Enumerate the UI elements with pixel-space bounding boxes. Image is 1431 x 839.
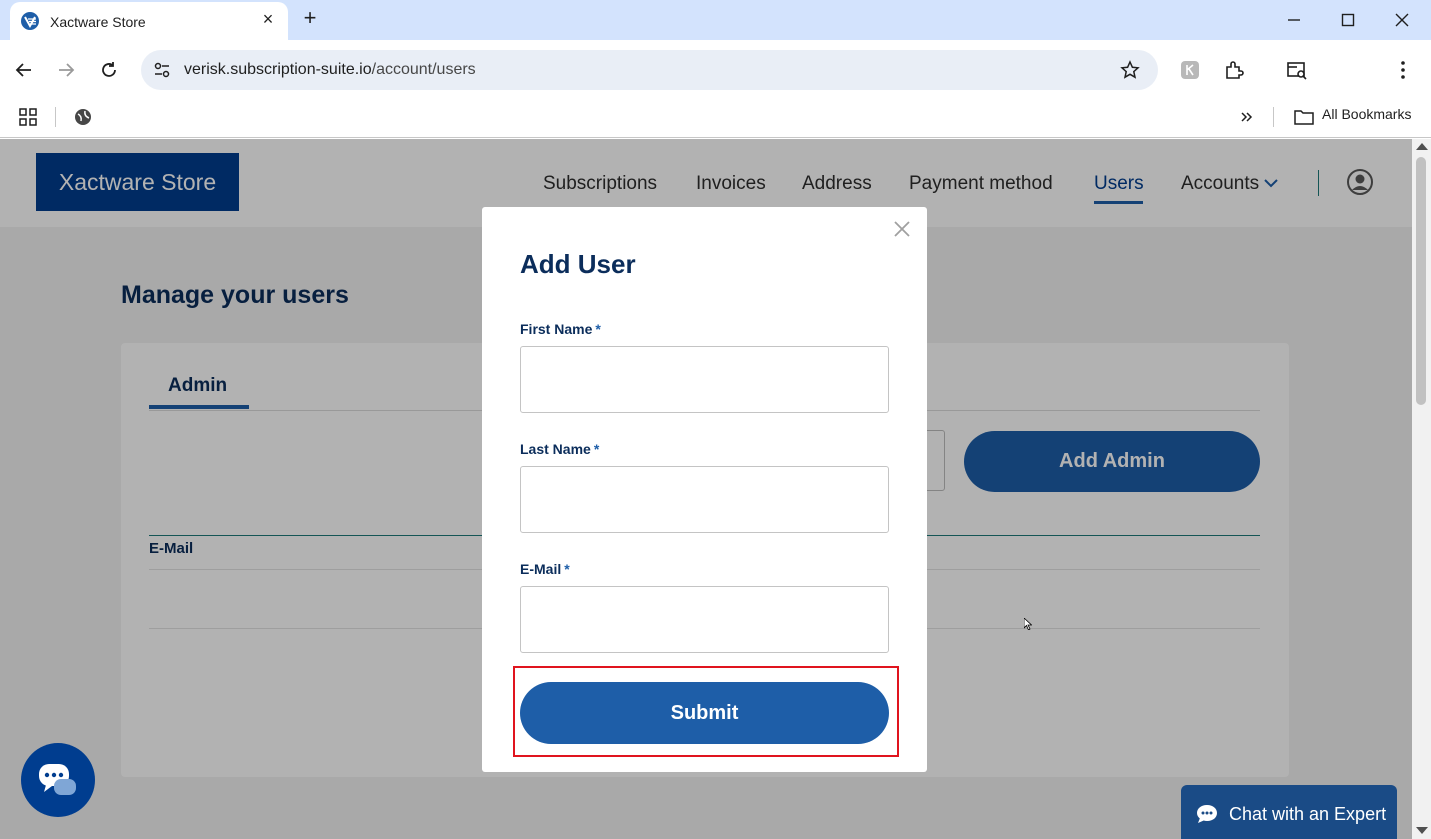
tab-title: Xactware Store [50, 14, 146, 30]
site-info-icon[interactable] [151, 59, 173, 81]
browser-tab[interactable]: Xactware Store × [10, 2, 288, 42]
email-label: E-Mail * [520, 561, 570, 577]
minimize-icon[interactable] [1283, 9, 1305, 31]
submit-button[interactable]: Submit [520, 682, 889, 744]
reload-icon[interactable] [98, 59, 120, 81]
bookmark-star-icon[interactable] [1119, 59, 1141, 81]
browser-tabstrip: Xactware Store × + [0, 0, 1431, 42]
xactware-favicon-icon [21, 12, 39, 30]
scroll-down-arrow-icon[interactable] [1416, 827, 1428, 834]
last-name-label: Last Name * [520, 441, 600, 457]
tab-close-icon[interactable]: × [259, 10, 277, 28]
all-bookmarks-label[interactable]: All Bookmarks [1322, 106, 1411, 122]
back-icon[interactable] [13, 59, 35, 81]
scroll-up-arrow-icon[interactable] [1416, 143, 1428, 150]
chat-icon [1197, 805, 1217, 823]
mouse-cursor-icon [1024, 618, 1032, 630]
bookmark-separator [55, 107, 56, 127]
page-scrollbar[interactable] [1412, 139, 1431, 839]
email-input[interactable] [520, 586, 889, 653]
last-name-input[interactable] [520, 466, 889, 533]
bookmark-separator [1273, 107, 1274, 127]
window-close-icon[interactable] [1391, 9, 1413, 31]
chat-with-expert-button[interactable]: Chat with an Expert [1181, 785, 1397, 839]
required-mark: * [595, 321, 601, 337]
tab-search-icon[interactable] [1286, 59, 1308, 81]
apps-grid-icon[interactable] [17, 106, 39, 128]
folder-icon[interactable] [1293, 106, 1315, 128]
chat-bubble-button[interactable] [21, 743, 95, 817]
browser-toolbar: verisk.subscription-suite.io/account/use… [0, 40, 1431, 120]
first-name-label: First Name * [520, 321, 601, 337]
first-name-input[interactable] [520, 346, 889, 413]
bookmarks-bar: All Bookmarks [0, 100, 1431, 138]
address-bar[interactable]: verisk.subscription-suite.io/account/use… [141, 50, 1158, 90]
forward-icon[interactable] [55, 59, 77, 81]
required-mark: * [593, 441, 600, 457]
chevron-double-right-icon[interactable] [1236, 106, 1258, 128]
required-mark: * [564, 561, 570, 577]
new-tab-icon[interactable]: + [300, 7, 320, 30]
maximize-icon[interactable] [1337, 9, 1359, 31]
url-text: verisk.subscription-suite.io/account/use… [184, 61, 476, 78]
web-page: Xactware Store Subscriptions Invoices Ad… [0, 139, 1412, 839]
chat-with-expert-label: Chat with an Expert [1229, 804, 1387, 824]
add-user-modal: Add User First Name * Last Name * E-Mail * … [482, 207, 927, 772]
menu-kebab-icon[interactable] [1392, 59, 1414, 81]
chat-bubble-icon [39, 764, 76, 795]
globe-icon[interactable] [72, 106, 94, 128]
close-icon[interactable] [892, 219, 912, 239]
extension-badge-icon[interactable] [1179, 59, 1201, 81]
scrollbar-thumb[interactable] [1416, 157, 1426, 405]
modal-title: Add User [520, 249, 636, 279]
extensions-puzzle-icon[interactable] [1223, 59, 1245, 81]
